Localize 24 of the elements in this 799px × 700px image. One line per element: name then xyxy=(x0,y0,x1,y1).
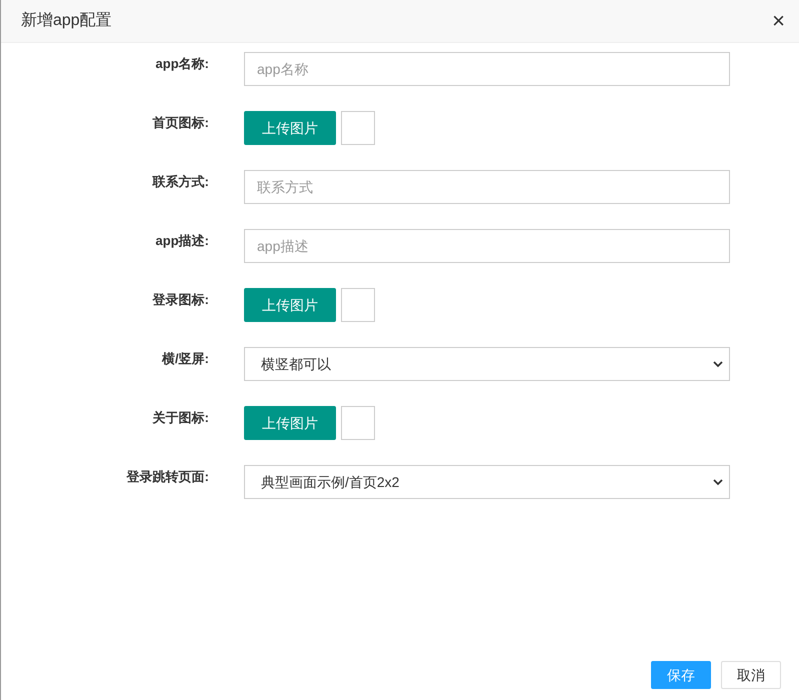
upload-button[interactable]: 上传图片 xyxy=(244,288,336,322)
field-label: 关于图标: xyxy=(152,409,209,427)
upload-button[interactable]: 上传图片 xyxy=(244,111,336,145)
image-preview xyxy=(341,406,375,440)
upload-button[interactable]: 上传图片 xyxy=(244,406,336,440)
input-field[interactable]: app名称 xyxy=(244,52,730,86)
close-button[interactable]: × xyxy=(772,10,785,32)
field-label: 登录跳转页面: xyxy=(126,468,209,486)
field-label: app描述: xyxy=(156,232,209,250)
field-label: 联系方式: xyxy=(152,173,209,191)
field-label: 首页图标: xyxy=(152,114,209,132)
select-field[interactable]: 典型画面示例/首页2x2 xyxy=(244,465,730,499)
field-label: 横/竖屏: xyxy=(162,350,209,368)
window-title: 新增app配置 xyxy=(21,10,112,31)
field-label: 登录图标: xyxy=(152,291,209,309)
input-field[interactable]: 联系方式 xyxy=(244,170,730,204)
chevron-down-icon xyxy=(713,360,723,368)
chevron-down-icon xyxy=(713,478,723,486)
cancel-button[interactable]: 取消 xyxy=(721,661,781,689)
field-label: app名称: xyxy=(156,55,209,73)
image-preview xyxy=(341,111,375,145)
image-preview xyxy=(341,288,375,322)
select-field[interactable]: 横竖都可以 xyxy=(244,347,730,381)
input-field[interactable]: app描述 xyxy=(244,229,730,263)
